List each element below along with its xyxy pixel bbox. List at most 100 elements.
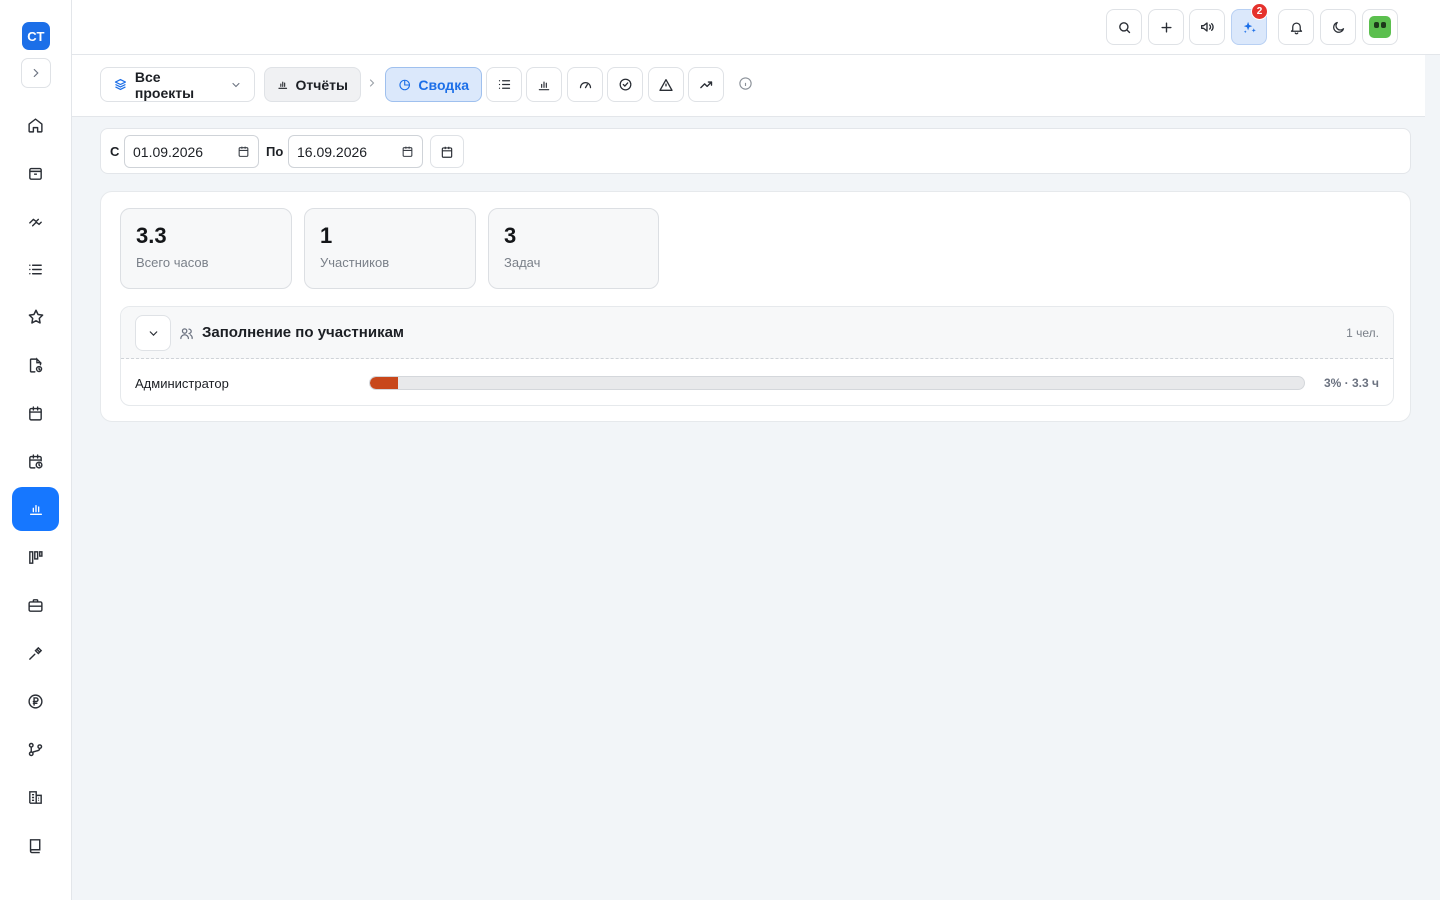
ai-assistant-button[interactable]: 2 [1231,3,1268,45]
participant-fill-value: 3% · 3.3 ч [1324,376,1379,390]
top-bar: 2 [72,0,1440,55]
expand-sidebar-button[interactable] [21,58,51,88]
stat-value: 1 [320,223,333,248]
handshake-icon [29,217,42,226]
breadcrumb-reports-label: Отчёты [295,76,348,93]
date-from-input[interactable]: 01.09.2026 [124,135,259,168]
sidebar-item-favorites[interactable] [12,295,59,339]
stat-total-hours: 3.3 Всего часов [120,208,292,289]
sidebar-item-kanban[interactable] [12,535,59,579]
kanban-icon [29,550,43,564]
date-range-picker-button[interactable] [430,135,464,168]
stat-participants: 1 Участников [304,208,476,289]
users-icon [180,328,193,340]
calendar-icon [238,146,249,157]
chevron-right-icon [33,68,39,78]
sidebar-item-calendar[interactable] [12,391,59,435]
moon-icon [1332,21,1344,33]
date-to-label: По [266,144,284,159]
document-clock-icon [29,356,43,373]
search-button[interactable] [1106,9,1142,45]
sidebar-item-timesheets[interactable] [12,343,59,387]
calendar-icon [441,146,453,158]
pie-chart-icon [399,79,411,90]
fill-progress-bar [369,376,1305,390]
announcements-button[interactable] [1189,9,1225,45]
chevron-down-icon [232,82,240,87]
tab-summary[interactable]: Сводка [385,67,482,102]
sidebar-item-deals[interactable] [12,199,59,243]
tab-completed[interactable] [607,67,643,102]
sidebar-item-inbox[interactable] [12,151,59,195]
sidebar-item-tools[interactable] [12,631,59,675]
speaker-icon [1201,22,1214,32]
fill-progress [370,377,399,389]
tab-warnings[interactable] [648,67,684,102]
reports-toolbar: Все проекты Отчёты Сводка [72,55,1425,117]
date-from-label: С [110,144,120,159]
ai-badge: 2 [1251,3,1268,20]
stat-label: Всего часов [136,255,209,270]
list-icon [29,264,42,274]
tab-trends[interactable] [688,67,724,102]
reports-chart-icon [29,505,42,515]
avatar [1369,16,1391,38]
notifications-button[interactable] [1278,9,1314,45]
list-icon [498,80,510,89]
sidebar-item-tasks[interactable] [12,247,59,291]
date-from-value: 01.09.2026 [133,143,204,160]
create-button[interactable] [1148,9,1184,45]
home-icon [28,117,43,133]
trending-up-icon [699,81,712,89]
theme-toggle-button[interactable] [1320,9,1356,45]
sidebar: СТ [0,0,72,900]
chevron-down-icon [149,330,157,336]
project-selector[interactable]: Все проекты [100,67,255,102]
sidebar-item-reports[interactable] [12,487,59,531]
ruble-icon [28,693,43,709]
summary-card: 3.3 Всего часов 1 Участников 3 Задач Зап… [100,191,1411,422]
breadcrumb-reports[interactable]: Отчёты [264,67,361,102]
sidebar-item-projects[interactable] [12,583,59,627]
calendar-icon [29,405,42,421]
stat-value: 3 [504,223,517,248]
sidebar-item-finance[interactable] [12,679,59,723]
gauge-icon [579,82,591,89]
bell-icon [1290,22,1302,34]
section-title: Заполнение по участникам [202,324,405,341]
plus-icon [1160,21,1172,33]
sidebar-item-company[interactable] [12,775,59,819]
stat-label: Участников [320,255,390,270]
sidebar-item-schedule[interactable] [12,439,59,483]
calendar-icon [402,146,413,157]
search-icon [1118,21,1130,33]
sidebar-item-knowledge[interactable] [12,823,59,867]
participants-count: 1 чел. [1346,326,1379,340]
book-icon [29,838,41,853]
date-to-input[interactable]: 16.09.2026 [288,135,423,168]
tools-icon [29,646,43,660]
stat-tasks: 3 Задач [488,208,659,289]
section-header: Заполнение по участникам 1 чел. [121,307,1393,359]
calendar-clock-icon [29,453,43,469]
building-icon [29,790,42,804]
tab-bar-chart[interactable] [526,67,562,102]
user-avatar-button[interactable] [1362,9,1398,45]
git-branch-icon [28,742,43,756]
check-circle-icon [619,78,631,91]
app-logo[interactable]: СТ [22,22,50,50]
project-selector-label: Все проекты [134,68,195,101]
date-filter: С 01.09.2026 По 16.09.2026 [100,128,1411,174]
stat-label: Задач [504,255,541,270]
tab-gauge[interactable] [567,67,603,102]
sparkles-icon [1243,21,1256,33]
inbox-icon [29,167,42,180]
tab-list-report[interactable] [486,67,522,102]
sidebar-item-workflows[interactable] [12,727,59,771]
warning-icon [659,78,673,91]
briefcase-icon [28,598,43,612]
sidebar-item-home[interactable] [12,103,59,147]
chevron-right-icon [369,79,375,87]
collapse-section-button[interactable] [135,315,171,351]
date-to-value: 16.09.2026 [297,143,368,160]
